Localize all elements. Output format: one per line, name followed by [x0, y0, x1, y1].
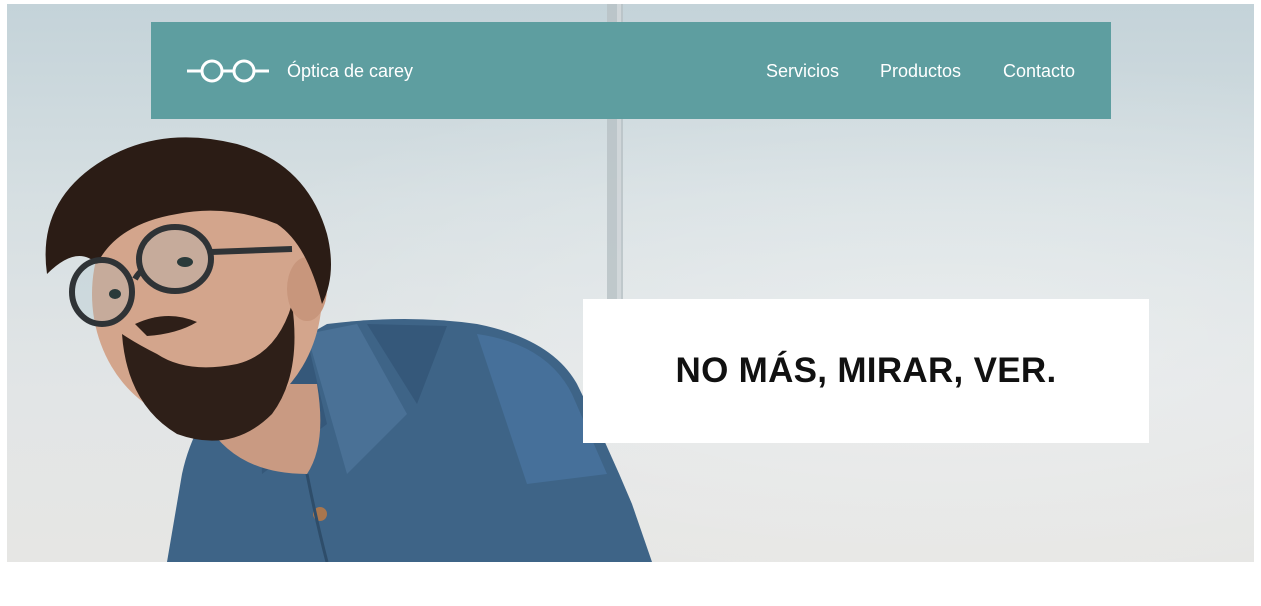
- tagline-box: NO MÁS, MIRAR, VER.: [583, 299, 1149, 443]
- hero-tagline: NO MÁS, MIRAR, VER.: [675, 351, 1057, 390]
- brand-name[interactable]: Óptica de carey: [287, 59, 413, 83]
- navbar: Óptica de carey Servicios Productos Cont…: [151, 22, 1111, 119]
- nav-link-servicios[interactable]: Servicios: [766, 59, 839, 83]
- nav-link-productos[interactable]: Productos: [880, 59, 961, 83]
- eyeglasses-icon[interactable]: [187, 59, 269, 83]
- nav-link-contacto[interactable]: Contacto: [1003, 59, 1075, 83]
